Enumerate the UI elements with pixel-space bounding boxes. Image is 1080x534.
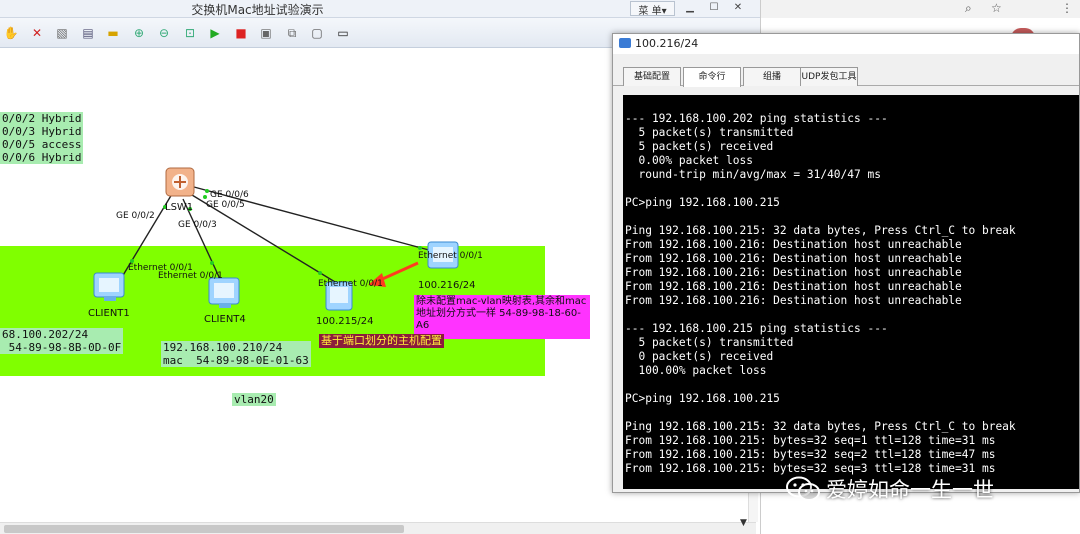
port-label-pc215: Ethernet 0/0/1	[318, 279, 383, 289]
vlan20-label: vlan20	[232, 393, 276, 406]
browser-toolbar: ⌕ ☆ ⋮	[761, 0, 1080, 18]
topology-icon[interactable]: ⧉	[283, 24, 301, 42]
pc-icon-client1	[93, 272, 125, 301]
switch-label: LSW1	[165, 202, 194, 213]
console-tabs: 基础配置 命令行 组播 UDP发包工具	[613, 66, 1079, 87]
console-titlebar: 100.216/24	[613, 34, 1079, 54]
zoom-icon[interactable]: ⌕	[965, 1, 972, 16]
console-title: 100.216/24	[635, 37, 699, 50]
fit-icon[interactable]: ⊡	[181, 24, 199, 42]
text-icon[interactable]: ▤	[79, 24, 97, 42]
star-icon[interactable]: ☆	[991, 1, 1002, 15]
start-icon[interactable]: ▶	[206, 24, 224, 42]
port-config-note: 0/0/2 Hybrid 0/0/3 Hybrid 0/0/5 access 0…	[0, 112, 84, 164]
tab-basic-config[interactable]: 基础配置	[623, 67, 681, 86]
zoom-out-icon[interactable]: ⊖	[155, 24, 173, 42]
wechat-icon	[786, 476, 820, 501]
main-window-title: 交换机Mac地址试验演示	[191, 3, 324, 17]
window-icon[interactable]: ▢	[308, 24, 326, 42]
port-dot	[205, 189, 209, 193]
device-label-pc216: 100.216/24	[418, 280, 476, 291]
port-label-pc216: Ethernet 0/0/1	[418, 251, 483, 261]
command-terminal[interactable]: --- 192.168.100.202 ping statistics --- …	[623, 95, 1079, 489]
screen-icon[interactable]: ▭	[334, 24, 352, 42]
port-dot	[210, 261, 214, 265]
client4-info-note: 192.168.100.210/24 mac 54-89-98-0E-01-63	[161, 341, 311, 367]
maximize-icon[interactable]: ☐	[704, 1, 724, 16]
tab-command-line[interactable]: 命令行	[683, 67, 741, 87]
stop-icon[interactable]: ■	[232, 24, 250, 42]
device-label-client4: CLIENT4	[204, 314, 246, 325]
menu-button[interactable]: 菜 单▾	[630, 1, 675, 17]
hand-tool-icon[interactable]: ✋	[2, 24, 20, 42]
main-titlebar: 交换机Mac地址试验演示 菜 单▾ ▁ ☐ ✕	[0, 0, 760, 18]
console-app-icon	[619, 38, 631, 48]
capture-icon[interactable]: ▣	[257, 24, 275, 42]
port-label-ge002: GE 0/0/2	[116, 211, 155, 221]
port-label-ge003: GE 0/0/3	[178, 220, 217, 230]
port-dot	[418, 246, 422, 250]
port-label-ge005: GE 0/0/5	[206, 200, 245, 210]
tab-udp-tool[interactable]: UDP发包工具	[800, 67, 858, 86]
terminal-output: --- 192.168.100.202 ping statistics --- …	[625, 112, 1016, 475]
note-icon[interactable]: ▬	[104, 24, 122, 42]
client1-info-note: 68.100.202/24 54-89-98-8B-0D-0F	[0, 328, 124, 354]
horizontal-scrollbar[interactable]	[0, 522, 756, 534]
scroll-down-icon[interactable]: ▼	[740, 518, 747, 528]
tab-multicast[interactable]: 组播	[743, 67, 801, 86]
close-icon[interactable]: ✕	[728, 1, 748, 16]
mac-vlan-note: 除未配置mac-vlan映射表,其余和mac地址划分方式一样 54-89-98-…	[414, 295, 590, 339]
port-dot	[203, 195, 207, 199]
watermark-text: 爱婷如命一生一世	[826, 478, 994, 502]
watermark: 爱婷如命一生一世	[786, 472, 1056, 506]
port-based-note: 基于端口划分的主机配置	[319, 334, 444, 348]
port-label-client4: Ethernet 0/0/1	[158, 271, 223, 281]
delete-icon[interactable]: ✕	[28, 24, 46, 42]
port-dot	[318, 271, 322, 275]
erase-icon[interactable]: ▧	[53, 24, 71, 42]
more-icon[interactable]: ⋮	[1061, 1, 1073, 15]
scrollbar-thumb[interactable]	[4, 525, 404, 533]
switch-icon	[165, 167, 195, 197]
pc-console-window: 100.216/24 基础配置 命令行 组播 UDP发包工具 --- 192.1…	[612, 33, 1080, 493]
annotation-arrow	[377, 261, 419, 283]
port-label-ge006: GE 0/0/6	[210, 190, 249, 200]
zoom-in-icon[interactable]: ⊕	[130, 24, 148, 42]
pc-icon-client4	[208, 277, 240, 308]
device-label-client1: CLIENT1	[88, 308, 130, 319]
minimize-icon[interactable]: ▁	[680, 1, 700, 16]
device-label-pc215: 100.215/24	[316, 316, 374, 327]
